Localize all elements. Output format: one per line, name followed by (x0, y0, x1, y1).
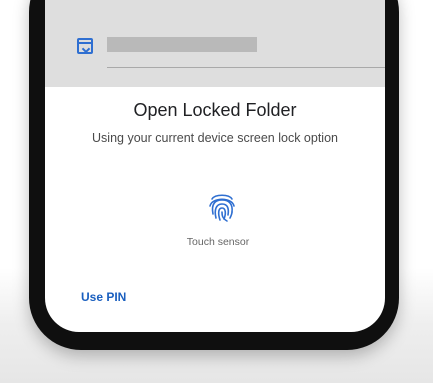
touch-sensor-label: Touch sensor (186, 236, 250, 248)
background-list-bar (45, 0, 385, 87)
dialog-title: Open Locked Folder (133, 100, 297, 120)
use-pin-button[interactable]: Use PIN (81, 290, 126, 304)
redacted-name-bar (107, 37, 257, 52)
fingerprint-icon[interactable] (205, 190, 239, 224)
locked-folder-icon (77, 38, 93, 54)
divider (107, 67, 385, 68)
dialog-subtitle: Using your current device screen lock op… (92, 131, 338, 145)
phone-screen: Open Locked Folder Using your current de… (45, 0, 385, 332)
